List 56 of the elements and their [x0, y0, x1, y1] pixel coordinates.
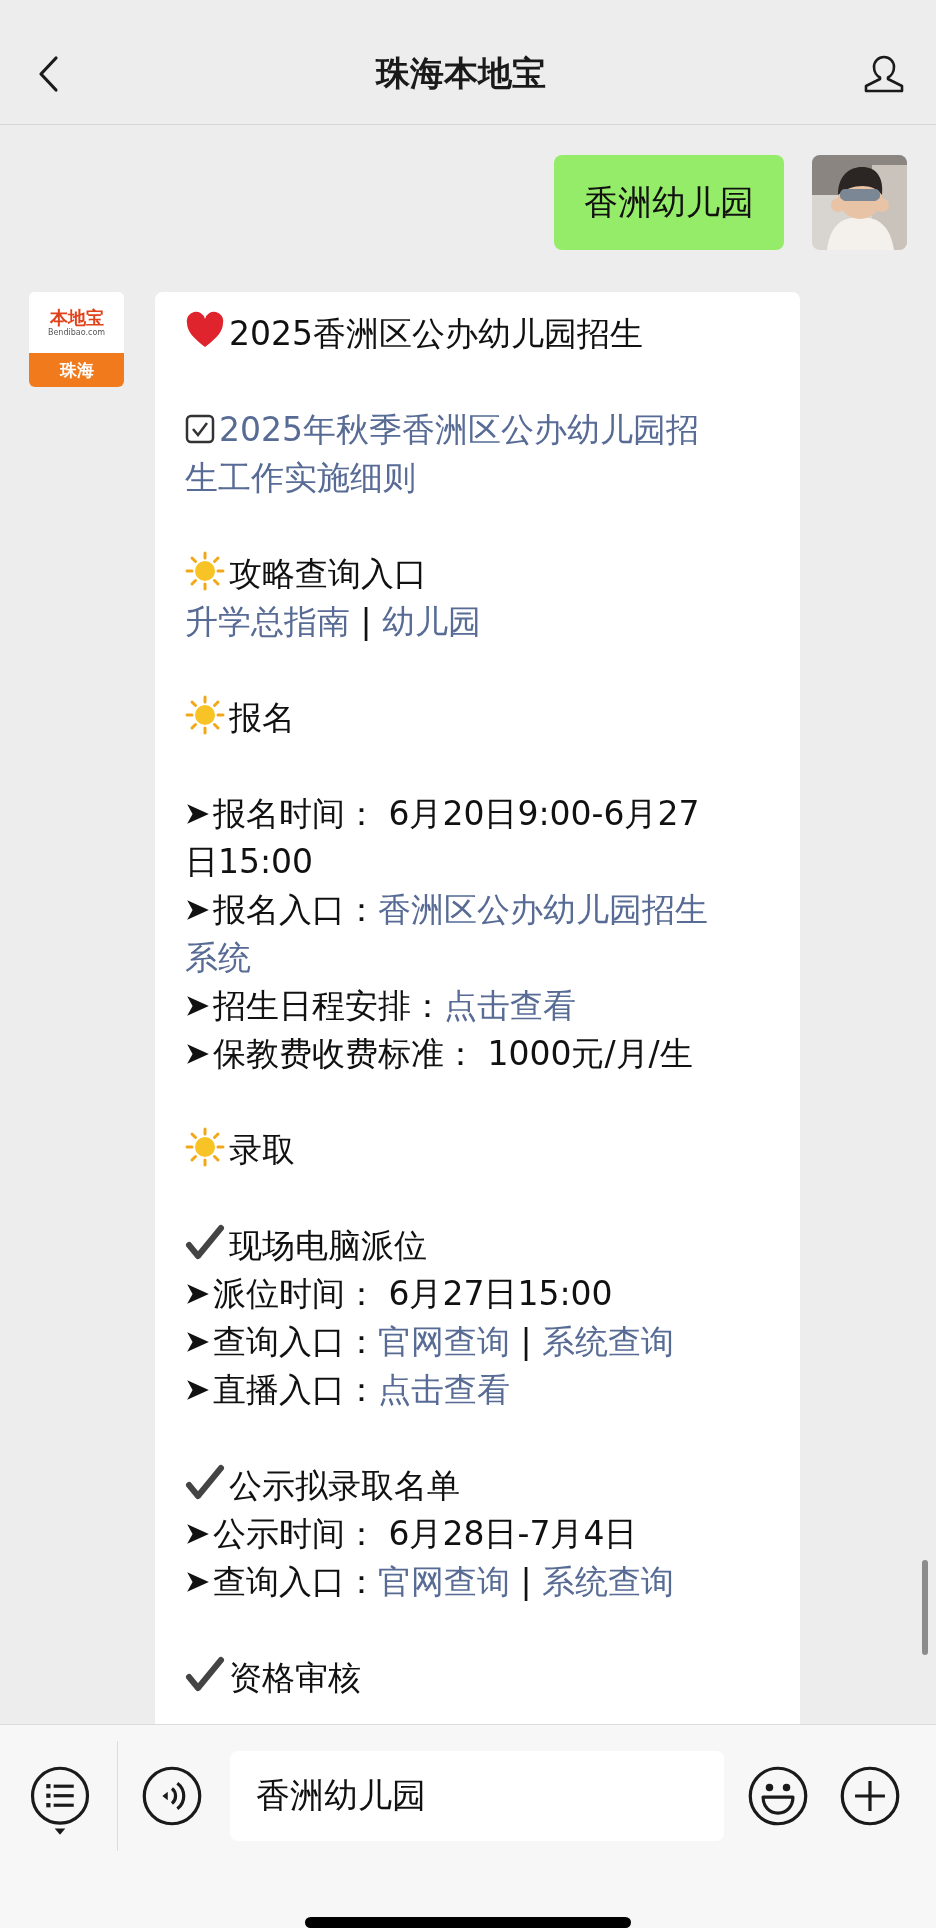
sent-message: 香洲幼儿园 [554, 155, 784, 250]
message-text: 保教费收费标准： 1000元/月/生 [213, 1034, 693, 1073]
message-text: 公示时间： 6月28日-7月4日 [213, 1514, 638, 1553]
message-text: 报名时间： 6月20日9:00-6月27 [213, 794, 700, 833]
message-text: 报名入口： [213, 890, 378, 929]
link[interactable]: 系统查询 [542, 1562, 675, 1601]
arrowhead-icon [185, 897, 211, 923]
arrowhead-icon [185, 1329, 211, 1355]
logo-text: 本地宝 [49, 307, 104, 328]
link[interactable]: 系统查询 [542, 1322, 675, 1361]
message-text: 招生日程安排： [213, 986, 444, 1025]
logo-city-text: 珠海 [29, 353, 124, 387]
message-text: 攻略查询入口 [229, 554, 427, 593]
sun-icon [185, 551, 225, 591]
chat-title: 珠海本地宝 [376, 52, 546, 95]
message-text: 查询入口： [213, 1322, 378, 1361]
person-icon[interactable] [862, 54, 906, 94]
message-text: 资格审核 [229, 1658, 361, 1697]
message-text: 直播入口： [213, 1370, 378, 1409]
arrowhead-icon [185, 801, 211, 827]
message-text: 报名 [229, 698, 295, 737]
link[interactable]: 2025年秋季香洲区公办幼儿园招 [219, 410, 699, 449]
message-input[interactable]: 香洲幼儿园 [230, 1751, 724, 1841]
arrowhead-icon [185, 993, 211, 1019]
link[interactable]: 升学总指南 [185, 602, 350, 641]
message-text: 录取 [229, 1130, 295, 1169]
scrollbar[interactable] [922, 1560, 928, 1655]
link[interactable]: 官网查询 [378, 1562, 510, 1601]
message-text: 派位时间： 6月27日15:00 [213, 1274, 613, 1313]
arrowhead-icon [185, 1521, 211, 1547]
message-text: 日15:00 [185, 842, 314, 881]
plus-icon[interactable] [838, 1764, 902, 1828]
message-text: 2025香洲区公办幼儿园招生 [229, 314, 643, 353]
link[interactable]: 点击查看 [444, 986, 576, 1025]
arrowhead-icon [185, 1569, 211, 1595]
arrowhead-icon [185, 1281, 211, 1307]
arrowhead-icon [185, 1041, 211, 1067]
link[interactable]: 香洲区公办幼儿园招生 [378, 890, 708, 929]
link[interactable]: 点击查看 [378, 1370, 510, 1409]
message-text: 查询入口： [213, 1562, 378, 1601]
message-text: | [519, 1562, 533, 1601]
message-text: | [519, 1322, 533, 1361]
emoji-icon[interactable] [746, 1764, 810, 1828]
message-text: 公示拟录取名单 [229, 1466, 460, 1505]
message-text: 现场电脑派位 [229, 1226, 427, 1265]
message-text: | [359, 602, 373, 641]
link[interactable]: 生工作实施细则 [185, 458, 416, 497]
link[interactable]: 幼儿园 [382, 602, 482, 641]
sun-icon [185, 695, 225, 735]
link[interactable]: 官网查询 [378, 1322, 510, 1361]
voice-icon[interactable] [140, 1764, 204, 1828]
checkbox-icon [185, 414, 215, 444]
arrowhead-icon [185, 1377, 211, 1403]
link[interactable]: 系统 [185, 938, 251, 977]
sun-icon [185, 1127, 225, 1167]
logo-site-text: Bendibao.com [47, 327, 106, 338]
